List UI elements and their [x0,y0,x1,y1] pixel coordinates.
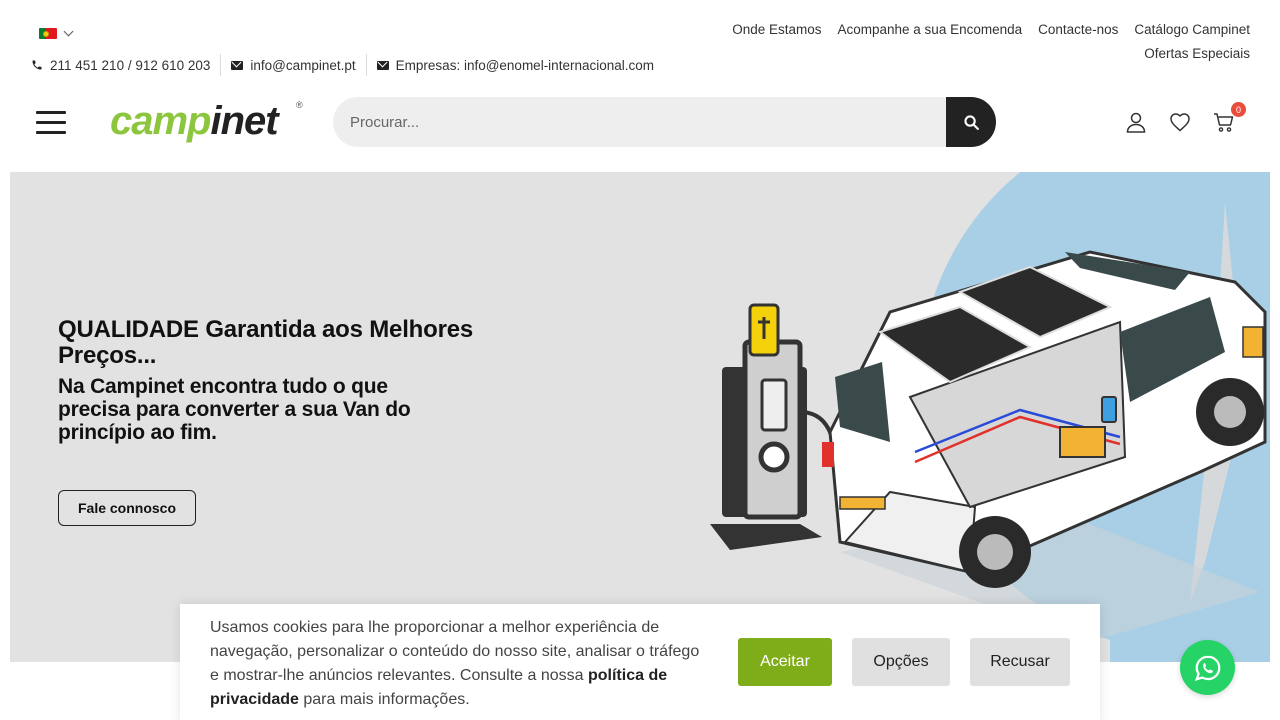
search-bar [333,97,996,147]
portugal-flag-icon [39,28,57,39]
heart-icon [1170,113,1190,132]
cart-button[interactable]: 0 [1212,102,1246,134]
contact-us-button[interactable]: Fale connosco [58,490,196,526]
search-icon [963,114,979,130]
cookie-consent-banner: Usamos cookies para lhe proporcionar a m… [180,604,1100,720]
link-track-order[interactable]: Acompanhe a sua Encomenda [838,22,1023,37]
wishlist-button[interactable] [1168,110,1192,134]
cookie-options-button[interactable]: Opções [852,638,950,686]
link-special-offers[interactable]: Ofertas Especiais [1144,46,1250,61]
special-offers-link-wrap: Ofertas Especiais [1144,46,1250,61]
refuse-cookies-button[interactable]: Recusar [970,638,1070,686]
envelope-icon [376,60,389,70]
cart-count-badge: 0 [1231,102,1246,117]
contact-bar: 211 451 210 / 912 610 203 info@campinet.… [31,54,664,76]
link-where-we-are[interactable]: Onde Estamos [732,22,821,37]
whatsapp-icon [1194,655,1220,681]
link-contact-us[interactable]: Contacte-nos [1038,22,1118,37]
campinet-logo[interactable]: campinet ® [108,96,308,148]
chevron-down-icon [63,26,74,37]
search-input[interactable] [333,97,946,147]
registered-mark: ® [296,100,303,110]
hero-banner: QUALIDADE Garantida aos Melhores Preços.… [10,172,1270,662]
envelope-icon [231,60,244,70]
menu-icon[interactable] [36,111,66,134]
phone-numbers: 211 451 210 / 912 610 203 [50,57,211,73]
user-icon [1126,112,1146,133]
hero-subtitle: Na Campinet encontra tudo o que precisa … [58,375,411,444]
email-address: info@campinet.pt [250,57,356,73]
svg-text:campinet: campinet [110,99,280,143]
cookie-message: Usamos cookies para lhe proporcionar a m… [210,616,710,712]
top-links: Onde Estamos Acompanhe a sua Encomenda C… [732,22,1250,37]
header-actions: 0 [1124,102,1246,134]
link-catalog[interactable]: Catálogo Campinet [1134,22,1250,37]
business-email-contact[interactable]: Empresas: info@enomel-internacional.com [367,58,664,73]
email-contact[interactable]: info@campinet.pt [221,58,365,73]
cookie-text-outro: para mais informações. [298,691,470,708]
whatsapp-button[interactable] [1180,640,1235,695]
language-selector[interactable] [39,26,74,39]
phone-contact[interactable]: 211 451 210 / 912 610 203 [31,58,220,73]
business-email-address: Empresas: info@enomel-internacional.com [395,57,654,73]
search-button[interactable] [946,97,996,147]
hero-title: QUALIDADE Garantida aos Melhores Preços.… [58,316,474,369]
phone-icon [32,60,42,70]
account-button[interactable] [1124,110,1148,134]
accept-cookies-button[interactable]: Aceitar [738,638,832,686]
